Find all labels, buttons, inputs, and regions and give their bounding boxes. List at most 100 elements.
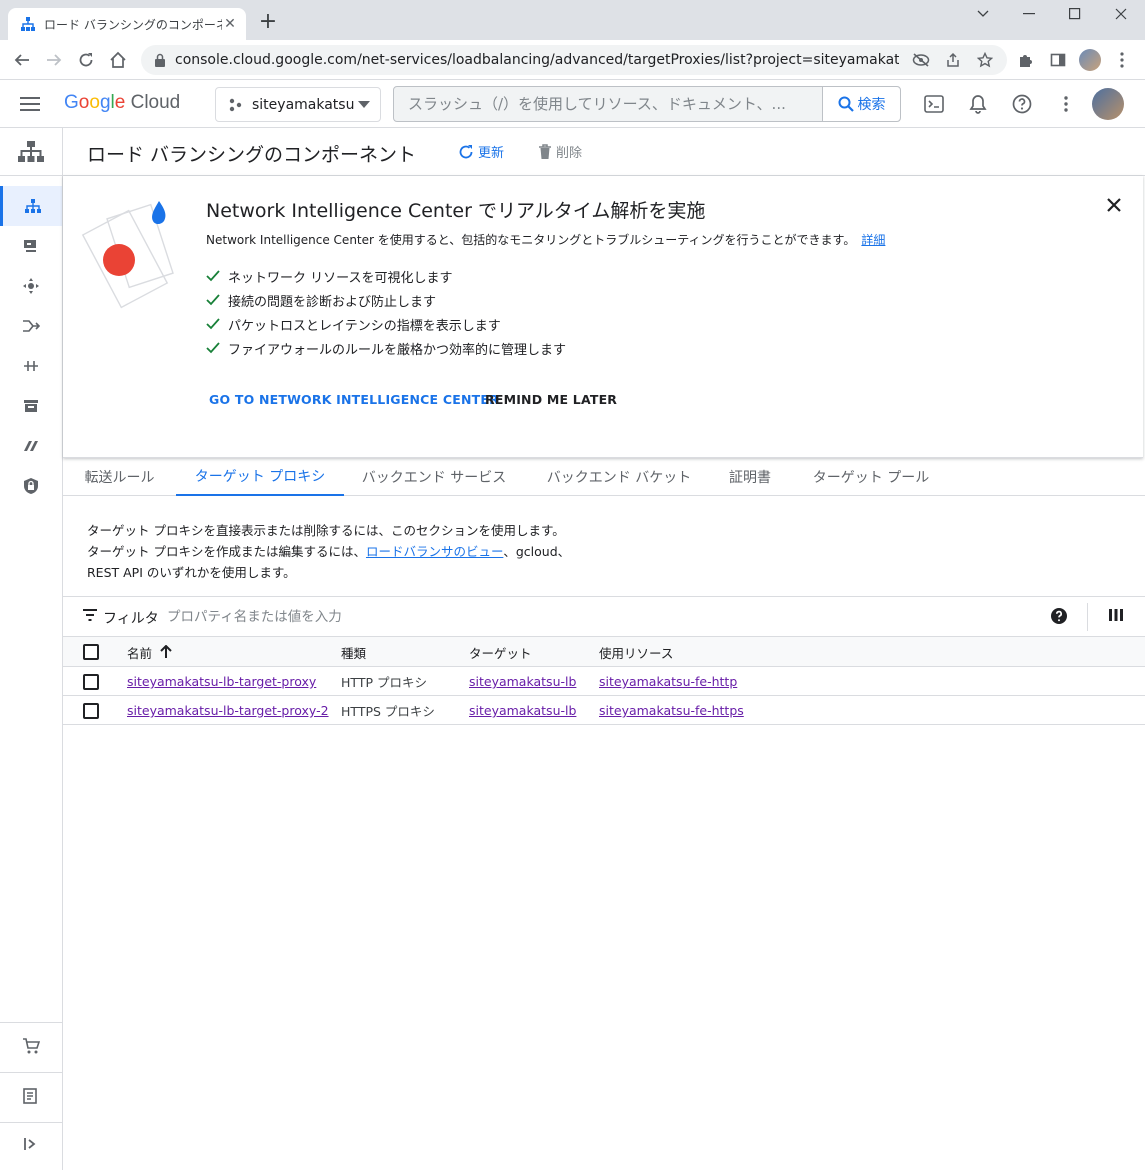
project-selector[interactable]: siteyamakatsu bbox=[215, 87, 381, 122]
side-panel-icon[interactable] bbox=[1046, 48, 1070, 72]
address-bar[interactable]: console.cloud.google.com/net-services/lo… bbox=[141, 45, 1007, 75]
tab-backend-buckets[interactable]: バックエンド バケット bbox=[524, 458, 714, 496]
remind-me-later-button[interactable]: REMIND ME LATER bbox=[485, 392, 617, 407]
page-title: ロード バランシングのコンポーネント bbox=[87, 144, 417, 166]
proxy-type: HTTPS プロキシ bbox=[341, 704, 435, 719]
column-header-target[interactable]: ターゲット bbox=[469, 637, 532, 667]
hamburger-menu-icon[interactable] bbox=[20, 94, 44, 114]
list-item: ファイアウォールのルールを厳格かつ効率的に管理します bbox=[206, 336, 566, 360]
filter-input[interactable] bbox=[167, 605, 767, 629]
notifications-bell-icon[interactable] bbox=[966, 92, 990, 116]
checkmark-icon bbox=[206, 342, 220, 354]
main-content: ロード バランシングのコンポーネント 更新 削除 Network Intelli… bbox=[63, 128, 1145, 1170]
trash-icon bbox=[539, 143, 551, 159]
tab-close-icon[interactable]: ✕ bbox=[222, 16, 238, 32]
filter-bar: フィルタ bbox=[63, 596, 1145, 637]
project-name: siteyamakatsu bbox=[252, 96, 355, 113]
browser-tab[interactable]: ロード バランシングのコンポーネント – ネ ✕ bbox=[8, 8, 246, 40]
console-header: Google Cloud siteyamakatsu 検索 bbox=[0, 80, 1145, 128]
in-use-by-link[interactable]: siteyamakatsu-fe-https bbox=[599, 703, 744, 718]
column-header-in-use-by[interactable]: 使用リソース bbox=[599, 637, 673, 667]
target-link[interactable]: siteyamakatsu-lb bbox=[469, 674, 576, 689]
delete-label: 削除 bbox=[556, 146, 583, 161]
refresh-button[interactable]: 更新 bbox=[458, 142, 504, 161]
column-header-name[interactable]: 名前 bbox=[127, 637, 172, 667]
project-hierarchy-icon bbox=[229, 98, 242, 111]
search-box: 検索 bbox=[393, 86, 901, 122]
network-services-product-icon[interactable] bbox=[0, 128, 62, 176]
back-arrow-icon[interactable] bbox=[10, 48, 34, 72]
dropdown-arrow-icon bbox=[358, 101, 370, 108]
proxy-name-link[interactable]: siteyamakatsu-lb-target-proxy-2 bbox=[127, 703, 329, 718]
browser-tabstrip: ロード バランシングのコンポーネント – ネ ✕ + bbox=[0, 0, 1145, 40]
share-icon[interactable] bbox=[943, 50, 963, 70]
banner-title: Network Intelligence Center でリアルタイム解析を実施 bbox=[206, 200, 706, 222]
url-text: console.cloud.google.com/net-services/lo… bbox=[175, 52, 899, 68]
expand-nav-icon[interactable] bbox=[0, 1124, 62, 1164]
browser-menu-icon[interactable] bbox=[1110, 48, 1134, 72]
proxy-name-link[interactable]: siteyamakatsu-lb-target-proxy bbox=[127, 674, 316, 689]
minimize-icon[interactable] bbox=[1006, 4, 1052, 24]
more-options-icon[interactable] bbox=[1054, 92, 1078, 116]
tab-search-chevron-icon[interactable] bbox=[960, 4, 1006, 24]
reload-icon[interactable] bbox=[74, 48, 98, 72]
select-all-checkbox[interactable] bbox=[83, 644, 99, 660]
logo-google-text: Google bbox=[64, 92, 126, 113]
tab-backend-services[interactable]: バックエンド サービス bbox=[344, 458, 524, 496]
sort-ascending-arrow-icon[interactable] bbox=[160, 645, 172, 659]
go-to-nic-button[interactable]: GO TO NETWORK INTELLIGENCE CENTER bbox=[209, 392, 499, 407]
tab-target-proxies[interactable]: ターゲット プロキシ bbox=[176, 458, 344, 496]
banner-details-link[interactable]: 詳細 bbox=[861, 233, 885, 247]
cloud-shell-terminal-icon[interactable] bbox=[922, 92, 946, 116]
target-link[interactable]: siteyamakatsu-lb bbox=[469, 703, 576, 718]
row-checkbox[interactable] bbox=[83, 703, 99, 719]
forward-arrow-icon[interactable] bbox=[42, 48, 66, 72]
new-tab-icon[interactable]: + bbox=[258, 11, 278, 33]
home-icon[interactable] bbox=[106, 48, 130, 72]
lock-icon bbox=[155, 53, 165, 67]
filter-icon bbox=[83, 609, 97, 621]
maximize-icon[interactable] bbox=[1052, 4, 1098, 24]
nav-cloud-dns-icon[interactable] bbox=[0, 226, 62, 266]
nav-cloud-nat-icon[interactable] bbox=[0, 306, 62, 346]
search-icon bbox=[838, 96, 854, 112]
nav-cloud-cdn-icon[interactable] bbox=[0, 266, 62, 306]
section-description: ターゲット プロキシを直接表示または削除するには、このセクションを使用します。 … bbox=[87, 523, 571, 580]
google-cloud-logo[interactable]: Google Cloud bbox=[64, 92, 180, 114]
column-header-type[interactable]: 種類 bbox=[341, 637, 366, 667]
column-display-icon[interactable] bbox=[1108, 607, 1124, 623]
checkmark-icon bbox=[206, 318, 220, 330]
in-use-by-link[interactable]: siteyamakatsu-fe-http bbox=[599, 674, 737, 689]
row-checkbox[interactable] bbox=[83, 674, 99, 690]
close-window-icon[interactable] bbox=[1098, 4, 1144, 24]
load-balancer-view-link[interactable]: ロードバランサのビュー bbox=[366, 544, 503, 559]
checkmark-icon bbox=[206, 294, 220, 306]
help-icon[interactable] bbox=[1010, 92, 1034, 116]
load-balancing-favicon-icon bbox=[21, 17, 35, 31]
table-row: siteyamakatsu-lb-target-proxy HTTP プロキシ … bbox=[63, 667, 1145, 696]
search-button[interactable]: 検索 bbox=[822, 87, 900, 121]
close-banner-icon[interactable] bbox=[1103, 194, 1125, 216]
tab-forwarding-rules[interactable]: 転送ルール bbox=[63, 458, 176, 496]
left-nav-rail bbox=[0, 128, 63, 1170]
tab-title: ロード バランシングのコンポーネント – ネ bbox=[44, 17, 222, 32]
nav-service-directory-icon[interactable] bbox=[0, 386, 62, 426]
account-avatar[interactable] bbox=[1092, 88, 1124, 120]
search-input[interactable] bbox=[394, 87, 822, 121]
list-item: パケットロスとレイテンシの指標を表示します bbox=[206, 312, 566, 336]
profile-avatar[interactable] bbox=[1078, 48, 1102, 72]
refresh-label: 更新 bbox=[478, 146, 505, 161]
help-circle-icon[interactable] bbox=[1050, 607, 1068, 625]
nav-private-service-connect-icon[interactable] bbox=[0, 426, 62, 466]
tab-certificates[interactable]: 証明書 bbox=[714, 458, 786, 496]
nav-traffic-director-icon[interactable] bbox=[0, 346, 62, 386]
bookmark-star-icon[interactable] bbox=[975, 50, 995, 70]
extensions-puzzle-icon[interactable] bbox=[1014, 48, 1038, 72]
eye-off-icon[interactable] bbox=[911, 50, 931, 70]
release-notes-icon[interactable] bbox=[0, 1076, 62, 1116]
marketplace-cart-icon[interactable] bbox=[0, 1026, 62, 1066]
tab-target-pools[interactable]: ターゲット プール bbox=[786, 458, 956, 496]
delete-button[interactable]: 削除 bbox=[538, 142, 582, 161]
nav-cloud-armor-icon[interactable] bbox=[0, 466, 62, 506]
nav-load-balancing-icon[interactable] bbox=[0, 186, 62, 226]
